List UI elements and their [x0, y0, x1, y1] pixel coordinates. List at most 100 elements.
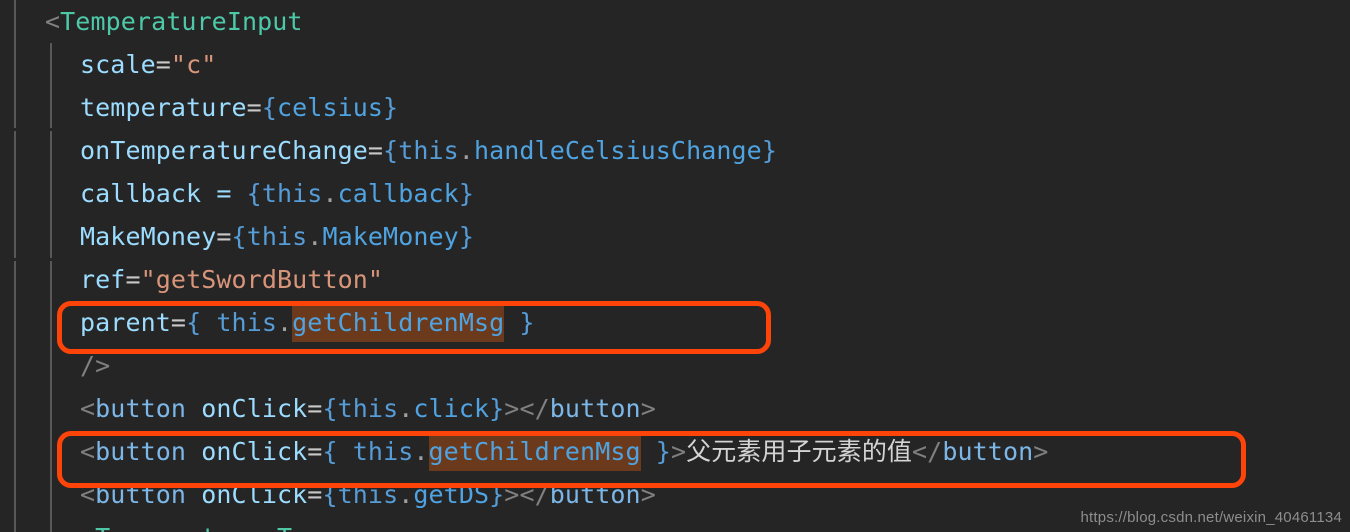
code-token: } — [383, 93, 399, 122]
code-token: ></ — [504, 480, 550, 509]
code-line[interactable]: temperature={celsius} — [0, 86, 398, 129]
code-token: } — [504, 308, 535, 337]
code-token: > — [640, 394, 656, 423]
code-token: < — [45, 7, 61, 36]
code-line[interactable]: <button onClick={this.click}></button> — [0, 387, 656, 430]
code-line[interactable]: <Temperature Temper — [0, 516, 368, 532]
code-token: = — [307, 480, 323, 509]
code-token: = — [307, 394, 323, 423]
code-token: button — [95, 394, 187, 423]
code-token: } — [489, 394, 505, 423]
highlighted-token: getChildrenMsg — [292, 305, 505, 342]
code-line[interactable]: <TemperatureInput — [0, 0, 303, 43]
code-token: MakeMoney — [322, 222, 459, 251]
code-token: this — [398, 136, 459, 165]
code-token: = — [155, 50, 171, 79]
code-token: button — [549, 480, 641, 509]
code-token: temperature — [80, 93, 247, 122]
code-token: = — [246, 93, 262, 122]
code-token: "c" — [170, 50, 217, 79]
code-token: this — [216, 308, 277, 337]
code-token: this — [337, 394, 399, 423]
code-token: = — [216, 222, 232, 251]
watermark-url: https://blog.csdn.net/weixin_40461134 — [1080, 509, 1342, 526]
code-token: { — [322, 394, 338, 423]
code-token: scale — [80, 50, 156, 79]
code-token: { — [186, 308, 217, 337]
code-screenshot: <TemperatureInput scale="c" temperature={c… — [0, 0, 1350, 532]
code-token: . — [458, 136, 474, 165]
code-token: { — [246, 179, 262, 208]
code-token: > — [640, 480, 656, 509]
code-line[interactable]: /> — [0, 344, 110, 387]
highlighted-token: getChildrenMsg — [428, 434, 641, 471]
code-token: = — [125, 265, 141, 294]
code-line[interactable]: callback = {this.callback} — [0, 172, 474, 215]
code-token: > — [670, 437, 687, 466]
code-token: . — [398, 480, 414, 509]
code-token: . — [322, 179, 338, 208]
code-token: { — [261, 93, 277, 122]
code-token: /> — [80, 351, 111, 380]
code-token: } — [489, 480, 505, 509]
code-line[interactable]: <button onClick={ this.getChildrenMsg }>… — [0, 430, 1048, 473]
code-token: this — [337, 480, 399, 509]
code-token: < — [80, 523, 95, 532]
code-token: callback = — [80, 179, 247, 208]
code-token: { — [231, 222, 247, 251]
code-token: button — [95, 480, 187, 509]
code-token: TemperatureInput — [60, 7, 303, 36]
code-token: button — [95, 437, 187, 466]
code-token: "getSwordButton" — [140, 265, 384, 294]
code-token: getDS — [413, 480, 490, 509]
code-token: this — [261, 179, 323, 208]
code-token: Temperature — [95, 523, 262, 532]
code-token: ></ — [504, 394, 550, 423]
code-token: button — [549, 394, 641, 423]
code-token: onTemperatureChange — [80, 136, 368, 165]
code-token: = — [307, 437, 323, 466]
code-line[interactable]: parent={ this.getChildrenMsg } — [0, 301, 535, 344]
code-token: button — [942, 437, 1034, 466]
code-line[interactable]: scale="c" — [0, 43, 216, 86]
code-editor-content[interactable]: <TemperatureInput scale="c" temperature={c… — [0, 0, 1350, 532]
code-token: </ — [912, 437, 943, 466]
code-token: Temper — [277, 523, 368, 532]
code-token: { — [383, 136, 399, 165]
code-token: > — [1033, 437, 1049, 466]
code-token: ref — [80, 265, 126, 294]
code-token: } — [761, 136, 777, 165]
code-token: celsius — [276, 93, 384, 122]
code-token: onClick — [201, 394, 308, 423]
code-line[interactable]: ref="getSwordButton" — [0, 258, 383, 301]
code-token: MakeMoney — [80, 222, 217, 251]
code-token: = — [367, 136, 384, 165]
code-line[interactable]: MakeMoney={this.MakeMoney} — [0, 215, 474, 258]
code-token: } — [640, 437, 671, 466]
code-token: . — [398, 394, 414, 423]
code-token: } — [458, 222, 474, 251]
code-token: this — [246, 222, 308, 251]
code-token: < — [80, 437, 96, 466]
code-token: callback — [337, 179, 459, 208]
code-token: onClick — [201, 437, 308, 466]
code-token: click — [413, 394, 490, 423]
code-token: handleCelsiusChange — [473, 136, 762, 165]
code-token: . — [307, 222, 323, 251]
code-token: < — [80, 394, 96, 423]
code-token: { — [322, 437, 353, 466]
code-line[interactable]: <button onClick={this.getDS}></button> — [0, 473, 656, 516]
code-line[interactable]: onTemperatureChange={this.handleCelsiusC… — [0, 129, 777, 172]
code-token: this — [352, 437, 414, 466]
code-token: < — [80, 480, 96, 509]
code-token: onClick — [201, 480, 308, 509]
code-token: . — [277, 308, 293, 337]
code-token: parent — [80, 308, 171, 337]
code-token: . — [413, 437, 429, 466]
code-token: } — [458, 179, 474, 208]
code-token: = — [170, 308, 187, 337]
